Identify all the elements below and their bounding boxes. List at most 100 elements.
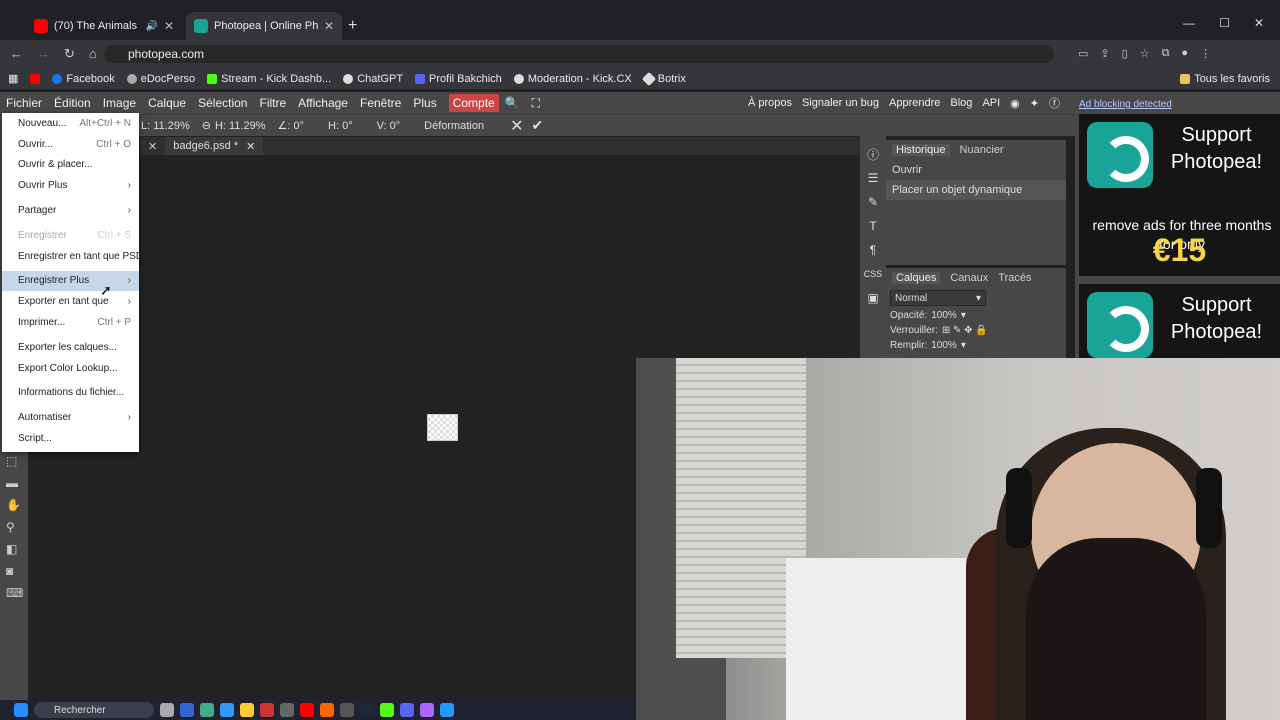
menu-fichier[interactable]: Fichier (0, 96, 48, 110)
menu-affichage[interactable]: Affichage (292, 96, 354, 110)
menu-item-exporter-calques[interactable]: Exporter les calques... (2, 337, 139, 358)
twitter-icon[interactable]: ✦ (1030, 97, 1039, 110)
tab-calques[interactable]: Calques (892, 272, 941, 284)
bookmark-moderation[interactable]: Moderation - Kick.CX (513, 73, 632, 85)
page-icon[interactable]: ▯ (1122, 47, 1128, 60)
cast-icon[interactable]: ▭ (1078, 47, 1088, 60)
address-bar[interactable]: photopea.com (104, 45, 1054, 63)
tab-youtube[interactable]: (70) The Animals - House O 🔊 ✕ (26, 12, 182, 40)
select-tool-icon[interactable]: ⬚ (6, 454, 23, 468)
app-icon[interactable] (260, 703, 274, 717)
bookmark-botrix[interactable]: Botrix (641, 71, 686, 86)
reload-icon[interactable]: ↻ (64, 46, 75, 62)
menu-item-script[interactable]: Script... (2, 428, 139, 449)
link-blog[interactable]: Blog (950, 97, 972, 109)
chevron-down-icon[interactable]: ▾ (961, 340, 966, 351)
vskew-value[interactable]: V: 0° (377, 120, 401, 132)
app-icon[interactable] (440, 703, 454, 717)
width-value[interactable]: L: 11.29% (141, 120, 190, 132)
lock-icons[interactable]: ⊞ ✎ ✥ 🔒 (942, 325, 988, 336)
link-icon[interactable]: ⊖ (202, 119, 211, 132)
menu-item-ouvrir-plus[interactable]: Ouvrir Plus › (2, 175, 139, 196)
ad-banner[interactable]: Support Photopea! (1079, 284, 1280, 358)
paragraph-icon[interactable]: ¶ (860, 238, 886, 262)
hskew-value[interactable]: H: 0° (328, 120, 353, 132)
chevron-down-icon[interactable]: ▾ (961, 310, 966, 321)
history-item[interactable]: Placer un objet dynamique (886, 180, 1066, 200)
steam-icon[interactable] (360, 703, 374, 717)
explorer-icon[interactable] (240, 703, 254, 717)
brush-icon[interactable]: ✎ (860, 190, 886, 214)
menu-dots-icon[interactable]: ⋮ (1200, 47, 1211, 60)
discord-icon[interactable] (400, 703, 414, 717)
adjustments-icon[interactable]: ☰ (860, 166, 886, 190)
menu-item-exporter[interactable]: Exporter en tant que › (2, 291, 139, 312)
close-window-icon[interactable]: ✕ (1254, 16, 1264, 30)
all-bookmarks[interactable]: Tous les favoris (1180, 73, 1270, 85)
tab-photopea[interactable]: Photopea | Online Photo Editor ✕ (186, 12, 342, 40)
fill-value[interactable]: 100% (931, 340, 957, 351)
share-icon[interactable]: ⇪ (1100, 47, 1109, 60)
menu-selection[interactable]: Sélection (192, 96, 253, 110)
app-icon[interactable] (320, 703, 334, 717)
doc-tab[interactable]: badge6.psd * ✕ (165, 137, 264, 155)
menu-item-ouvrir[interactable]: Ouvrir... Ctrl + O (2, 134, 139, 155)
menu-item-nouveau[interactable]: Nouveau... Alt+Ctrl + N (2, 113, 139, 134)
bookmark-youtube[interactable] (30, 73, 41, 84)
image-icon[interactable]: ▣ (860, 286, 886, 310)
app-icon[interactable] (420, 703, 434, 717)
close-icon[interactable]: ✕ (246, 140, 255, 153)
confirm-transform-icon[interactable]: ✔ (531, 117, 543, 134)
color-swatch-icon[interactable]: ◧ (6, 542, 23, 556)
menu-edition[interactable]: Édition (48, 96, 97, 110)
rect-tool-icon[interactable]: ▬ (6, 476, 23, 490)
menu-item-partager[interactable]: Partager › (2, 200, 139, 221)
character-icon[interactable]: T (860, 214, 886, 238)
document-canvas[interactable] (427, 414, 458, 441)
history-item[interactable]: Ouvrir (886, 160, 1066, 180)
menu-item-informations[interactable]: Informations du fichier... (2, 383, 139, 404)
link-apropos[interactable]: À propos (748, 97, 792, 109)
maximize-icon[interactable]: ☐ (1219, 16, 1230, 30)
profile-icon[interactable]: ● (1181, 47, 1188, 60)
menu-plus[interactable]: Plus (407, 96, 442, 110)
menu-calque[interactable]: Calque (142, 96, 192, 110)
close-icon[interactable]: ✕ (148, 140, 157, 153)
link-api[interactable]: API (982, 97, 1000, 109)
menu-item-export-lookup[interactable]: Export Color Lookup... (2, 358, 139, 379)
menu-item-imprimer[interactable]: Imprimer... Ctrl + P (2, 312, 139, 333)
menu-image[interactable]: Image (97, 96, 142, 110)
bookmark-profil[interactable]: Profil Bakchich (415, 73, 502, 85)
youtube-icon[interactable] (300, 703, 314, 717)
menu-item-enregistrer-plus[interactable]: Enregistrer Plus › (2, 270, 139, 292)
close-icon[interactable]: ✕ (164, 19, 174, 33)
reddit-icon[interactable]: ◉ (1010, 97, 1020, 110)
tab-historique[interactable]: Historique (892, 144, 950, 156)
back-icon[interactable]: ← (10, 46, 23, 62)
tab-traces[interactable]: Tracés (998, 272, 1031, 284)
home-icon[interactable]: ⌂ (89, 46, 97, 62)
search-icon[interactable]: 🔍 (499, 96, 526, 110)
chrome-icon[interactable] (200, 703, 214, 717)
link-apprendre[interactable]: Apprendre (889, 97, 940, 109)
angle-value[interactable]: ∠: 0° (278, 119, 305, 132)
css-icon[interactable]: CSS (860, 262, 886, 286)
windows-start-icon[interactable] (14, 703, 28, 717)
taskbar-search[interactable]: Rechercher (34, 702, 154, 718)
bookmark-chatgpt[interactable]: ChatGPT (343, 73, 403, 85)
app-icon[interactable] (340, 703, 354, 717)
keyboard-icon[interactable]: ⌨ (6, 586, 23, 600)
link-bug[interactable]: Signaler un bug (802, 97, 879, 109)
deformation-button[interactable]: Déformation (424, 120, 484, 132)
bookmark-facebook[interactable]: Facebook (52, 73, 115, 85)
zoom-tool-icon[interactable]: ⚲ (6, 520, 23, 534)
app-icon[interactable] (280, 703, 294, 717)
quick-mask-icon[interactable]: ◙ (6, 564, 23, 578)
facebook-icon[interactable]: ⓕ (1049, 95, 1060, 111)
menu-item-automatiser[interactable]: Automatiser › (2, 407, 139, 428)
copilot-icon[interactable] (180, 703, 194, 717)
blend-mode-select[interactable]: Normal ▾ (890, 290, 986, 306)
bookmark-kick[interactable]: Stream - Kick Dashb... (207, 73, 331, 85)
menu-item-enregistrer-psd[interactable]: Enregistrer en tant que PSD (2, 246, 143, 267)
cancel-transform-icon[interactable]: ✕ (510, 116, 523, 136)
